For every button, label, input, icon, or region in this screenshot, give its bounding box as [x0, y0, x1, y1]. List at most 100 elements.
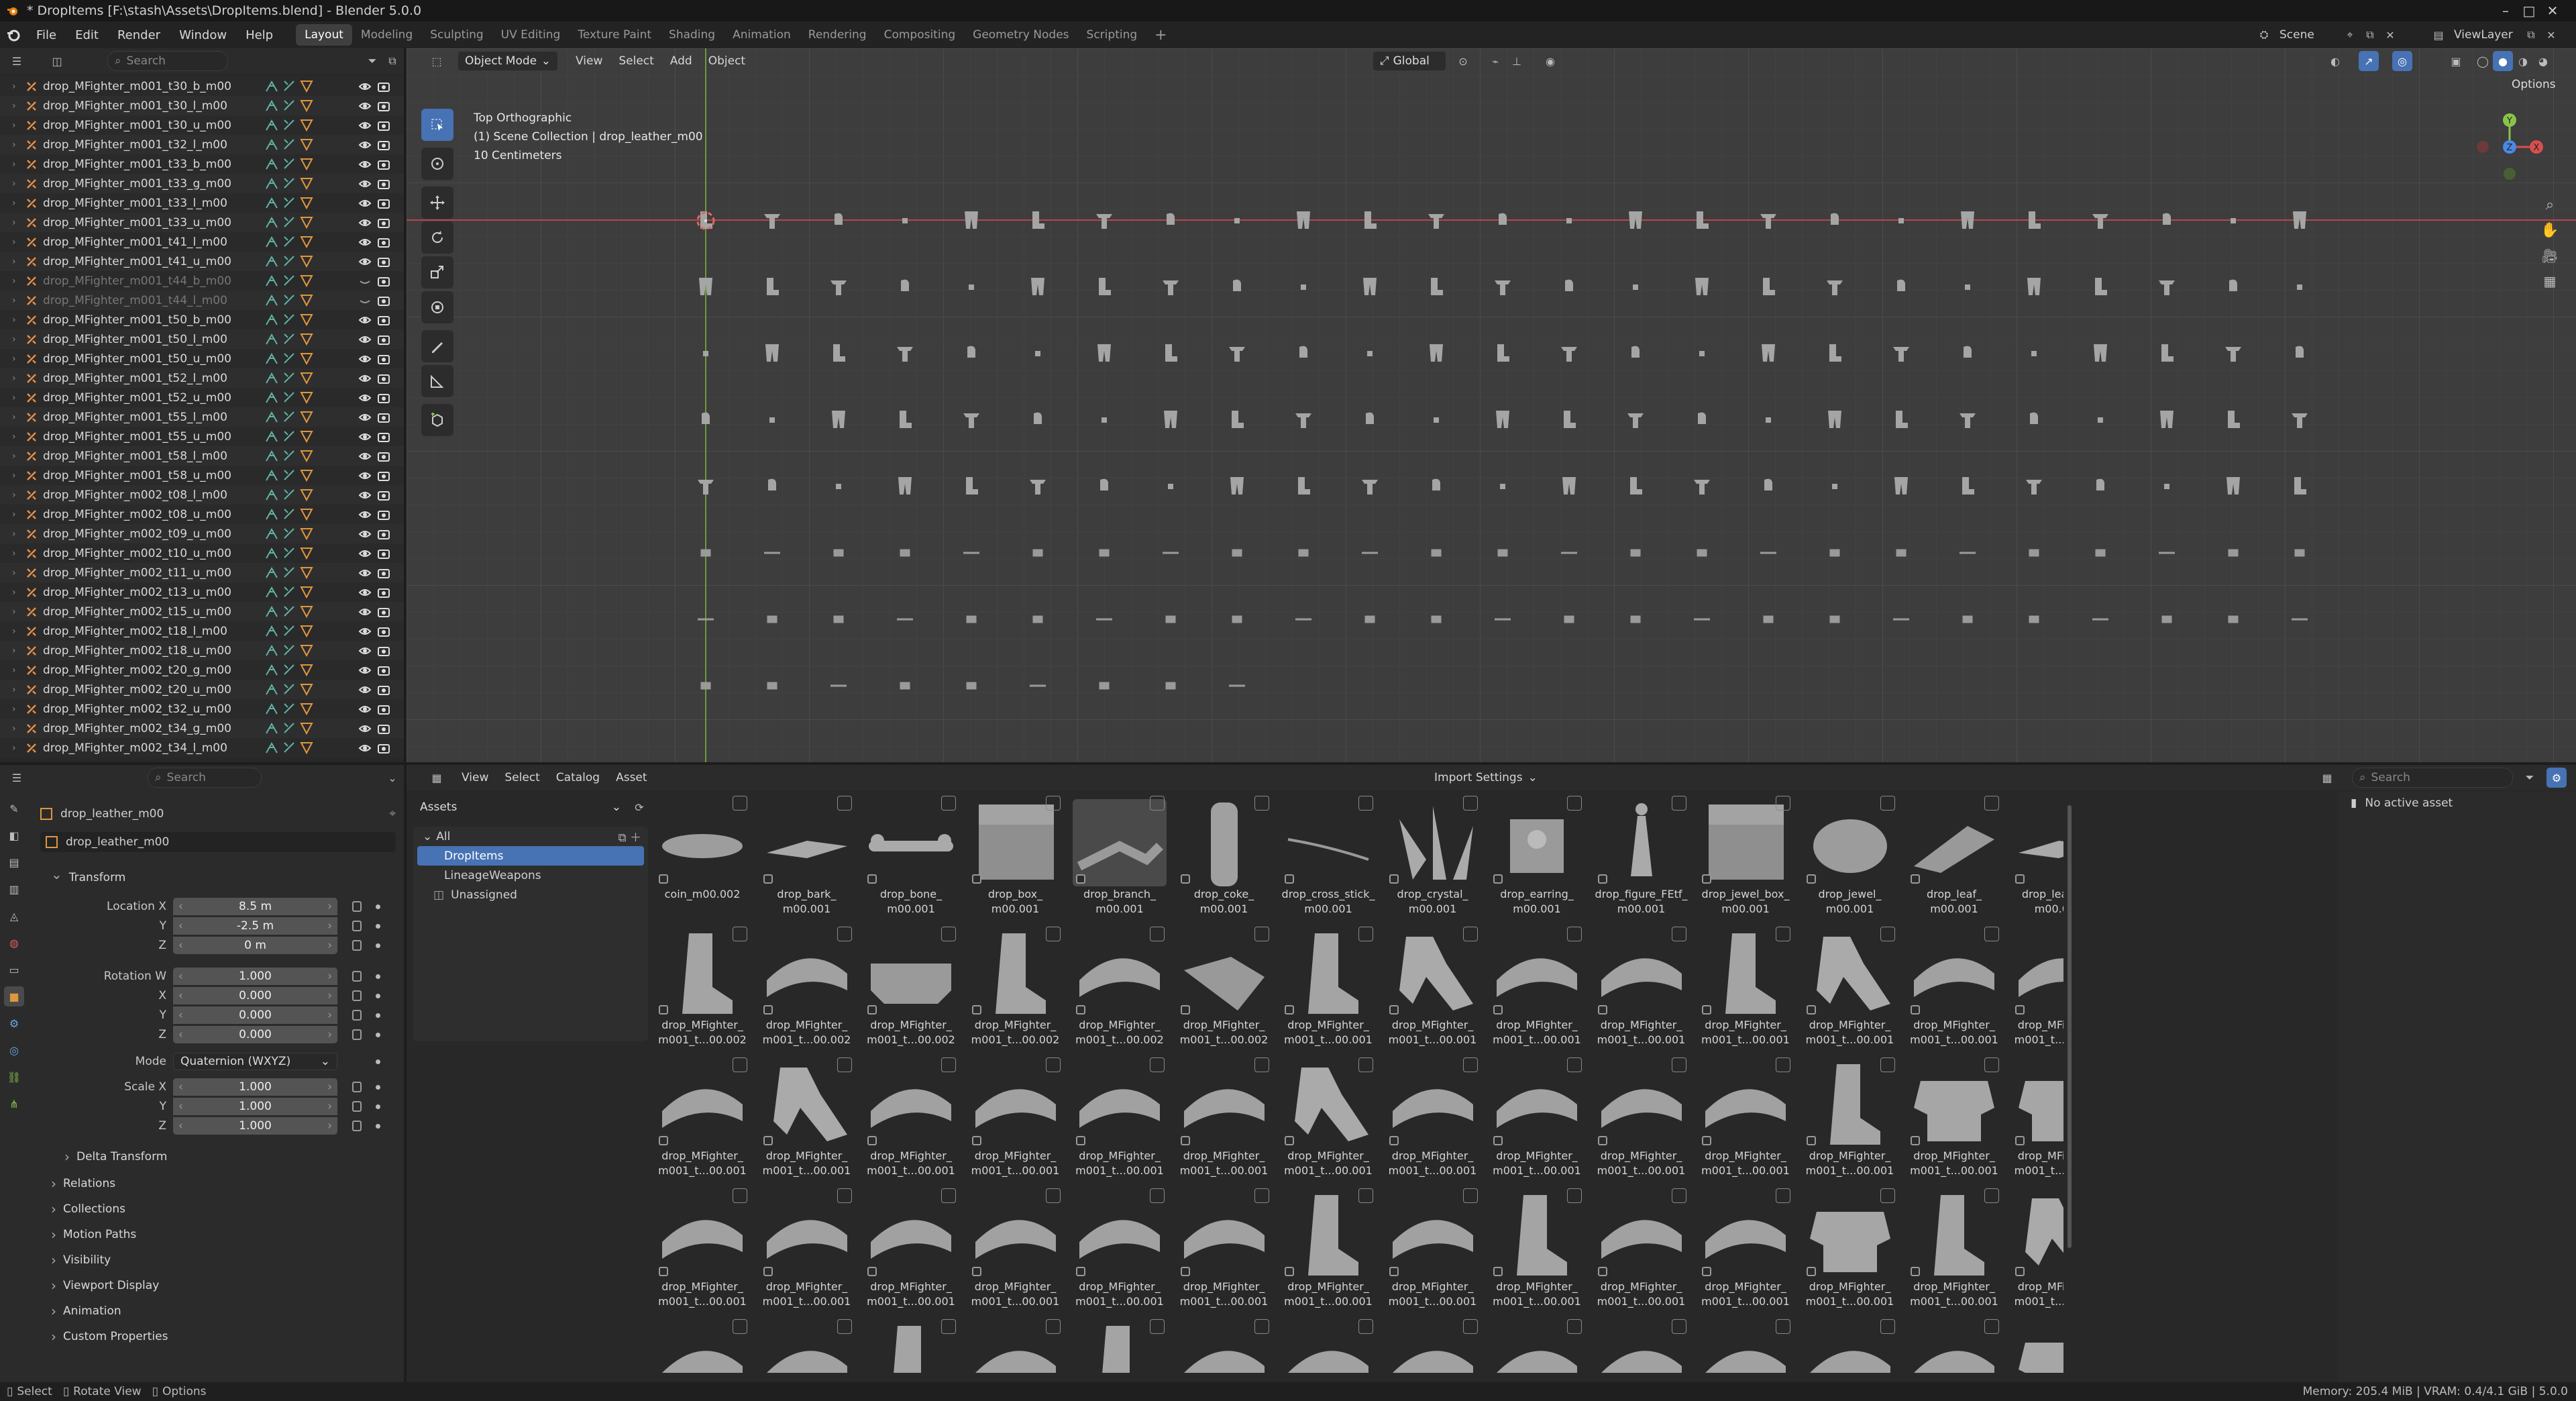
eye-icon[interactable] — [358, 80, 372, 93]
scene-object[interactable] — [1301, 284, 1306, 290]
menu-edit[interactable]: Edit — [66, 21, 108, 48]
asset-tile[interactable]: drop_MFighter_ m001_t...00.002 — [861, 927, 961, 1054]
keyframe-icon[interactable] — [376, 1104, 380, 1109]
scale-tool[interactable] — [421, 256, 453, 289]
expand-arrow-icon[interactable]: › — [12, 178, 16, 189]
edit-asset-icon[interactable] — [1984, 1319, 1999, 1334]
outliner-row[interactable]: › drop_MFighter_m001_t44_b_m00 — [0, 271, 404, 291]
scene-object[interactable] — [2031, 351, 2037, 356]
scene-object[interactable] — [2228, 615, 2239, 623]
asset-grid-scrollbar[interactable] — [2068, 805, 2072, 1248]
camera-icon[interactable] — [377, 508, 390, 521]
lock-icon[interactable] — [352, 1121, 362, 1131]
asset-checkbox[interactable] — [1076, 1005, 1085, 1015]
camera-icon[interactable] — [377, 605, 390, 619]
outliner-row[interactable]: › drop_MFighter_m002_t15_u_m00 — [0, 602, 404, 621]
outliner-row[interactable]: › drop_MFighter_m001_t33_g_m00 — [0, 174, 404, 193]
asset-tile[interactable]: drop_MFighter_ m001_t...00.002 — [652, 927, 753, 1054]
cursor-tool[interactable] — [421, 148, 453, 180]
new-scene-icon[interactable]: ⧉ — [2360, 25, 2380, 45]
camera-icon[interactable] — [377, 469, 390, 482]
proportional-edit-icon[interactable]: ◉ — [1540, 51, 1560, 71]
scene-object[interactable] — [1167, 213, 1175, 225]
transform-tool[interactable] — [421, 291, 453, 323]
edit-asset-icon[interactable] — [1567, 1057, 1582, 1072]
camera-icon[interactable] — [377, 294, 390, 307]
lock-icon[interactable] — [352, 940, 362, 951]
scene-object[interactable] — [1964, 346, 1972, 358]
tab-geometry-nodes[interactable]: Geometry Nodes — [964, 24, 1077, 46]
scene-object[interactable] — [2098, 417, 2103, 423]
edit-asset-icon[interactable] — [1984, 1188, 1999, 1203]
asset-checkbox[interactable] — [1702, 1005, 1711, 1015]
eye-icon[interactable] — [358, 138, 372, 152]
menu-view[interactable]: View — [568, 50, 610, 72]
eye-icon[interactable] — [358, 99, 372, 113]
expand-arrow-icon[interactable]: › — [12, 607, 16, 617]
asset-tile[interactable]: drop_MFighter_ m001_t...00.002 — [757, 927, 857, 1054]
location-x-field[interactable]: 8.5 m — [173, 898, 337, 915]
view-object-types-icon[interactable]: ◐ — [2325, 51, 2345, 71]
outliner-row[interactable]: › drop_MFighter_m001_t50_u_m00 — [0, 349, 404, 368]
asset-checkbox[interactable] — [1493, 1267, 1503, 1276]
camera-icon[interactable] — [377, 158, 390, 171]
section-relations[interactable]: Relations — [46, 1172, 394, 1196]
edit-asset-icon[interactable] — [1671, 1188, 1686, 1203]
blender-menu-icon[interactable] — [0, 28, 27, 42]
editor-type-icon[interactable]: ⬚ — [427, 51, 447, 71]
camera-icon[interactable] — [377, 372, 390, 385]
camera-icon[interactable] — [377, 683, 390, 696]
lock-icon[interactable] — [352, 971, 362, 982]
asset-checkbox[interactable] — [1493, 1136, 1503, 1145]
edit-asset-icon[interactable] — [941, 1188, 956, 1203]
asset-checkbox[interactable] — [1285, 1136, 1294, 1145]
scene-object[interactable] — [1364, 615, 1375, 623]
outliner-row[interactable]: › drop_MFighter_m001_t44_l_m00 — [0, 291, 404, 310]
scene-object[interactable] — [901, 279, 909, 291]
scene-object[interactable] — [2161, 615, 2172, 623]
scene-object[interactable] — [967, 346, 975, 358]
scene-object[interactable] — [1102, 417, 1107, 423]
scene-object[interactable] — [2296, 346, 2304, 358]
scene-object[interactable] — [900, 549, 910, 557]
asset-checkbox[interactable] — [1180, 874, 1190, 884]
outliner-row[interactable]: › drop_MFighter_m001_t41_l_m00 — [0, 232, 404, 252]
asset-tile[interactable] — [1800, 1319, 1900, 1373]
edit-asset-icon[interactable] — [1567, 927, 1582, 941]
expand-arrow-icon[interactable]: › — [12, 198, 16, 209]
asset-checkbox[interactable] — [2015, 1136, 2025, 1145]
camera-icon[interactable] — [377, 703, 390, 716]
menu-add[interactable]: Add — [662, 50, 700, 72]
expand-arrow-icon[interactable]: › — [12, 276, 16, 287]
outliner-row[interactable]: › drop_MFighter_m002_t18_u_m00 — [0, 641, 404, 660]
menu-object[interactable]: Object — [700, 50, 753, 72]
material-shading-icon[interactable]: ◑ — [2513, 51, 2533, 71]
camera-icon[interactable] — [377, 547, 390, 560]
scene-object[interactable] — [966, 615, 977, 623]
keyframe-icon[interactable] — [376, 1084, 380, 1090]
expand-arrow-icon[interactable]: › — [12, 684, 16, 695]
asset-tile[interactable]: drop_coke_ m00.001 — [1174, 796, 1275, 923]
scene-object[interactable] — [1035, 351, 1040, 356]
scene-object[interactable] — [1829, 549, 1840, 557]
rotation-y-field[interactable]: 0.000 — [173, 1006, 337, 1024]
outliner-row[interactable]: › drop_MFighter_m001_t58_u_m00 — [0, 466, 404, 485]
zoom-icon[interactable]: ⌕ — [2540, 195, 2560, 215]
scale-y-field[interactable]: 1.000 — [173, 1098, 337, 1115]
eye-icon[interactable] — [358, 372, 372, 385]
outliner-search-input[interactable]: ⌕ Search — [107, 51, 228, 71]
asset-checkbox[interactable] — [1806, 874, 1816, 884]
scene-object[interactable] — [1234, 218, 1240, 223]
scene-object[interactable] — [1631, 346, 1640, 358]
menu-asset[interactable]: Asset — [608, 767, 655, 788]
rotation-x-field[interactable]: 0.000 — [173, 987, 337, 1004]
edit-asset-icon[interactable] — [1984, 1057, 1999, 1072]
solid-shading-icon[interactable]: ● — [2493, 51, 2513, 71]
eye-icon[interactable] — [358, 391, 372, 405]
asset-search-input[interactable]: ⌕ Search — [2352, 768, 2513, 788]
scene-object[interactable] — [2229, 279, 2237, 291]
asset-tile[interactable]: drop_MFighter_m001_t...00.001 — [652, 1188, 753, 1316]
location-z-field[interactable]: 0 m — [173, 937, 337, 954]
scene-object[interactable] — [1099, 549, 1110, 557]
scene-object[interactable] — [1699, 351, 1705, 356]
